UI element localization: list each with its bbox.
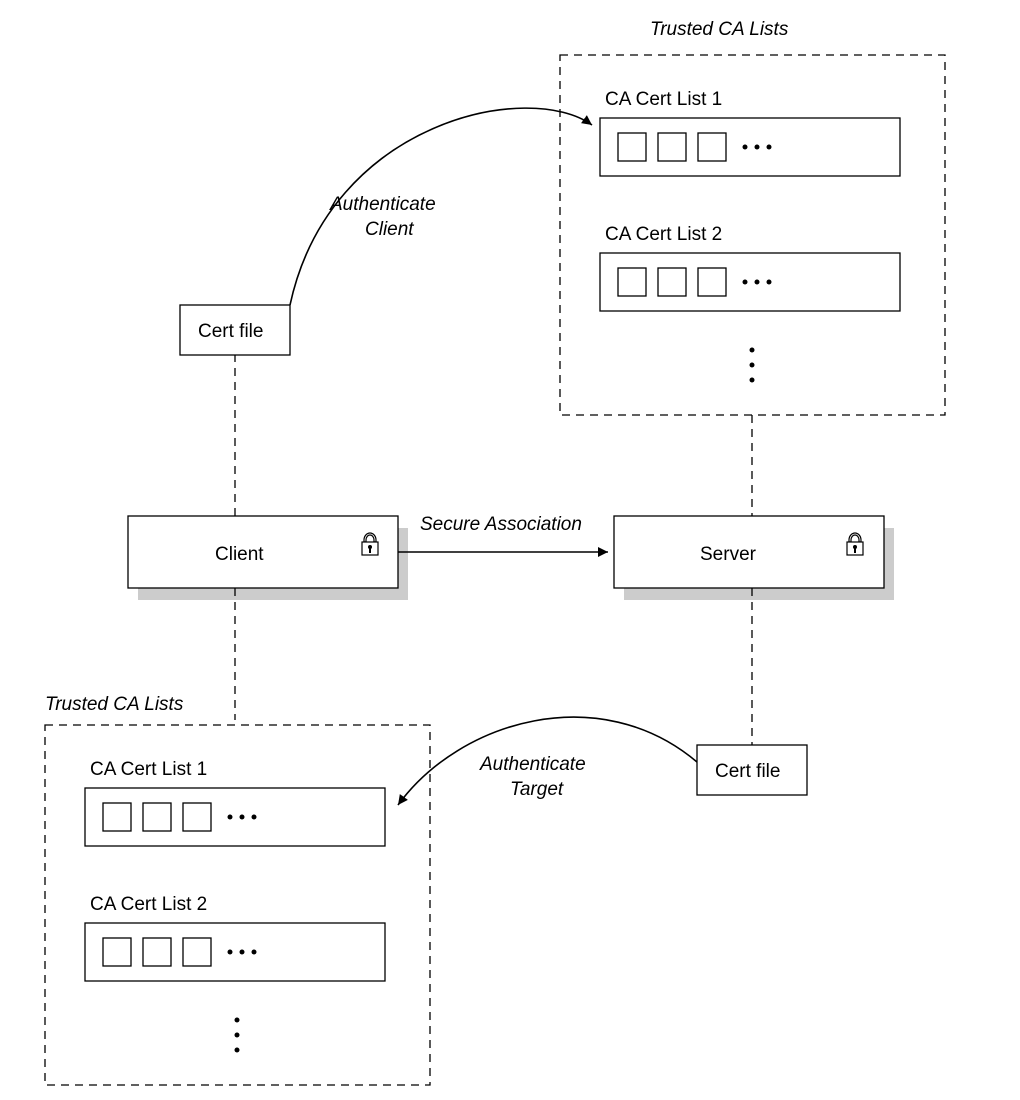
trusted-ca-title-top: Trusted CA Lists: [650, 19, 789, 40]
server-certfile-label: Cert file: [715, 761, 780, 782]
trusted-ca-title-bottom: Trusted CA Lists: [45, 694, 184, 715]
ca-list2-label-bottom: CA Cert List 2: [90, 894, 207, 915]
client-certfile-label: Cert file: [198, 321, 263, 342]
auth-client-label1: Authenticate: [329, 194, 436, 215]
auth-target-label1: Authenticate: [479, 754, 586, 775]
ca-list2-box-bottom: [85, 923, 385, 981]
secure-association-label: Secure Association: [420, 514, 582, 535]
ca-list1-box-top: [600, 118, 900, 176]
server-label: Server: [700, 544, 757, 565]
client-label: Client: [215, 544, 264, 565]
auth-target-label2: Target: [510, 779, 564, 800]
ca-list1-box-bottom: [85, 788, 385, 846]
auth-client-label2: Client: [365, 219, 414, 240]
ca-list1-label-top: CA Cert List 1: [605, 89, 722, 110]
ca-list1-label-bottom: CA Cert List 1: [90, 759, 207, 780]
ca-list2-box-top: [600, 253, 900, 311]
ca-list2-label-top: CA Cert List 2: [605, 224, 722, 245]
